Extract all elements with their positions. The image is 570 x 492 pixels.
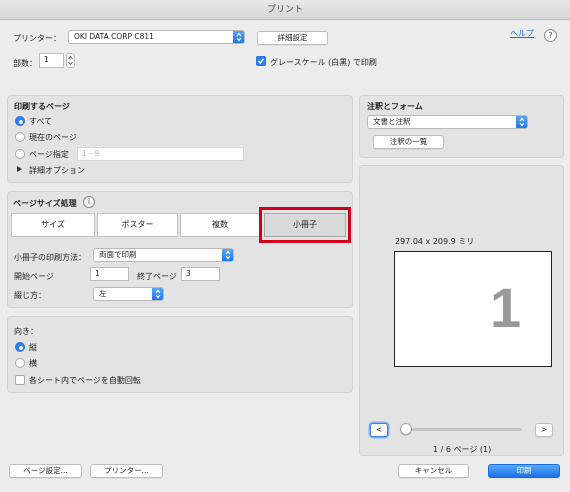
chevron-updown-icon bbox=[152, 288, 163, 300]
comments-select[interactable]: 文書と注釈 bbox=[367, 115, 528, 129]
auto-rotate-checkbox[interactable] bbox=[15, 375, 25, 385]
pages-all-radio[interactable] bbox=[15, 116, 25, 126]
page-counter: 1 / 6 ページ (1) bbox=[433, 445, 492, 454]
printer-label: プリンター： bbox=[13, 34, 61, 43]
pages-range-field[interactable]: 1 - 9 bbox=[77, 147, 244, 161]
info-icon[interactable]: i bbox=[83, 196, 95, 208]
orientation-heading: 向き： bbox=[14, 327, 38, 336]
chevron-updown-icon bbox=[516, 116, 527, 128]
binding-value: 左 bbox=[99, 289, 107, 298]
print-button[interactable]: 印刷 bbox=[488, 464, 560, 478]
portrait-label: 縦 bbox=[29, 343, 37, 352]
pages-range-radio[interactable] bbox=[15, 149, 25, 159]
cancel-button[interactable]: キャンセル bbox=[398, 464, 469, 478]
printer-details-button[interactable]: 詳細設定 bbox=[257, 31, 328, 45]
pages-heading: 印刷するページ bbox=[14, 102, 70, 111]
printer-select-value: OKI DATA CORP C811 bbox=[74, 32, 154, 41]
pages-current-radio[interactable] bbox=[15, 132, 25, 142]
next-page-button[interactable]: > bbox=[535, 423, 553, 437]
booklet-subset-label: 小冊子の印刷方法： bbox=[14, 253, 86, 262]
pages-all-label: すべて bbox=[29, 117, 53, 126]
printer-sheet-button[interactable]: プリンター... bbox=[90, 464, 163, 478]
start-page-label: 開始ページ bbox=[14, 272, 54, 281]
binding-select[interactable]: 左 bbox=[93, 287, 164, 301]
comments-select-value: 文書と注釈 bbox=[373, 117, 411, 126]
tab-size[interactable]: サイズ bbox=[11, 213, 95, 237]
pages-range-label: ページ指定 bbox=[29, 150, 69, 159]
tab-multiple[interactable]: 複数 bbox=[180, 213, 260, 237]
auto-rotate-label: 各シート内でページを自動回転 bbox=[29, 376, 141, 385]
tab-booklet[interactable]: 小冊子 bbox=[264, 213, 346, 237]
prev-page-button[interactable]: < bbox=[370, 423, 388, 437]
binding-label: 綴じ方： bbox=[14, 291, 46, 300]
page-setup-button[interactable]: ページ設定... bbox=[9, 464, 82, 478]
grayscale-label: グレースケール (白黒) で印刷 bbox=[270, 58, 377, 67]
grayscale-checkbox[interactable] bbox=[256, 56, 266, 66]
window-title: プリント bbox=[0, 0, 570, 20]
preview-size: 297.04 x 209.9 ミリ bbox=[395, 237, 475, 246]
stepper-arrows-icon bbox=[68, 55, 73, 66]
disclosure-triangle-icon[interactable] bbox=[17, 166, 22, 172]
copies-field[interactable]: 1 bbox=[39, 53, 64, 68]
landscape-label: 横 bbox=[29, 359, 37, 368]
portrait-radio[interactable] bbox=[15, 342, 25, 352]
copies-label: 部数： bbox=[13, 59, 37, 68]
checkmark-icon bbox=[257, 58, 265, 65]
chevron-updown-icon bbox=[222, 249, 233, 261]
page-sizing-heading: ページサイズ処理 bbox=[13, 199, 77, 208]
chevron-updown-icon bbox=[233, 31, 244, 43]
summarize-comments-button[interactable]: 注釈の一覧 bbox=[373, 135, 444, 149]
booklet-subset-value: 両面で印刷 bbox=[99, 250, 137, 259]
copies-stepper[interactable] bbox=[66, 53, 75, 68]
tab-poster[interactable]: ポスター bbox=[97, 213, 178, 237]
printer-select[interactable]: OKI DATA CORP C811 bbox=[68, 30, 245, 44]
pages-current-label: 現在のページ bbox=[29, 133, 77, 142]
comments-heading: 注釈とフォーム bbox=[367, 102, 423, 111]
landscape-radio[interactable] bbox=[15, 358, 25, 368]
preview-page bbox=[394, 251, 552, 367]
preview-page-number: 1 bbox=[490, 276, 522, 339]
end-page-label: 終了ページ bbox=[137, 272, 177, 281]
more-options-label[interactable]: 詳細オプション bbox=[29, 165, 85, 176]
help-link[interactable]: ヘルプ bbox=[510, 28, 534, 39]
booklet-subset-select[interactable]: 両面で印刷 bbox=[93, 248, 234, 262]
page-slider-track[interactable] bbox=[400, 428, 522, 431]
end-page-field[interactable]: 3 bbox=[181, 267, 220, 281]
start-page-field[interactable]: 1 bbox=[90, 267, 129, 281]
help-icon[interactable]: ? bbox=[544, 29, 557, 42]
page-slider-knob[interactable] bbox=[400, 423, 412, 435]
